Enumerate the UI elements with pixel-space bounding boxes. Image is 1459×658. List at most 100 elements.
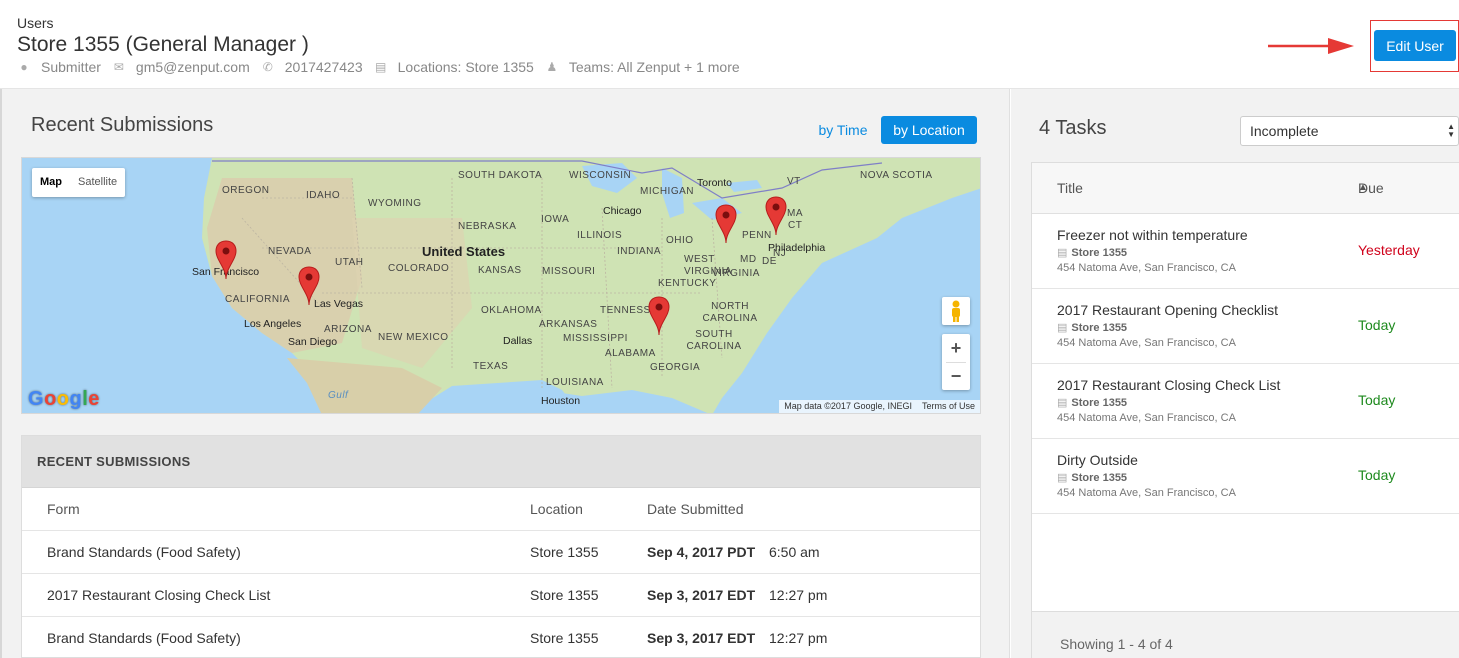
- map-label: NOVA SCOTIA: [860, 170, 933, 181]
- map-label: WEST VIRGINIA: [684, 254, 732, 277]
- submission-form[interactable]: 2017 Restaurant Closing Check List: [47, 574, 270, 617]
- task-status-select[interactable]: Incomplete ▲ ▼: [1240, 116, 1459, 146]
- map-pin-icon[interactable]: [765, 196, 787, 236]
- street-view-pegman-icon[interactable]: [942, 297, 970, 325]
- map-label: NEBRASKA: [458, 221, 517, 232]
- store-icon: ▤: [1057, 247, 1068, 259]
- map-type-satellite[interactable]: Satellite: [70, 168, 125, 197]
- zoom-out-button[interactable]: −: [942, 362, 970, 390]
- map-label: VT: [787, 176, 801, 187]
- store-icon: ▤: [374, 60, 387, 74]
- recent-submissions-heading: Recent Submissions: [31, 114, 214, 136]
- store-icon: ▤: [1057, 322, 1068, 334]
- map-label: TEXAS: [473, 361, 509, 372]
- submission-time: 12:27 pm: [769, 587, 828, 603]
- table-row[interactable]: 2017 Restaurant Closing Check List Store…: [22, 574, 980, 617]
- map-pin-icon[interactable]: [715, 204, 737, 244]
- city-label[interactable]: Toronto: [697, 177, 732, 189]
- task-name[interactable]: 2017 Restaurant Closing Check List: [1057, 377, 1280, 393]
- task-status-value: Incomplete: [1250, 123, 1319, 139]
- map-label: ILLINOIS: [577, 230, 623, 241]
- task-address: 454 Natoma Ave, San Francisco, CA: [1057, 487, 1236, 499]
- submission-location: Store 1355: [530, 630, 599, 646]
- map-label: ARIZONA: [324, 324, 372, 335]
- map-type-control: Map Satellite: [32, 168, 126, 197]
- tasks-footer: Showing 1 - 4 of 4: [1032, 611, 1459, 658]
- city-label[interactable]: Los Angeles: [244, 318, 301, 330]
- map-label: OKLAHOMA: [481, 305, 542, 316]
- task-name[interactable]: 2017 Restaurant Opening Checklist: [1057, 302, 1278, 318]
- breadcrumb[interactable]: Users: [17, 15, 54, 31]
- map-label: KENTUCKY: [658, 278, 717, 289]
- submissions-map[interactable]: OREGON IDAHO WYOMING SOUTH DAKOTA WISCON…: [21, 157, 981, 414]
- by-location-button[interactable]: by Location: [881, 116, 977, 144]
- user-email: gm5@zenput.com: [135, 59, 250, 75]
- task-name[interactable]: Freezer not within temperature: [1057, 227, 1248, 243]
- map-label: NEW MEXICO: [378, 332, 449, 343]
- column-header-form[interactable]: Form: [47, 488, 80, 531]
- submission-date: Sep 3, 2017 EDT: [647, 630, 756, 646]
- city-label[interactable]: Chicago: [603, 205, 642, 217]
- map-label: SOUTH CAROLINA: [686, 329, 742, 352]
- map-label: UTAH: [335, 257, 364, 268]
- submission-form[interactable]: Brand Standards (Food Safety): [47, 531, 241, 574]
- task-address: 454 Natoma Ave, San Francisco, CA: [1057, 262, 1236, 274]
- table-row[interactable]: Brand Standards (Food Safety) Store 1355…: [22, 531, 980, 574]
- submission-form[interactable]: Brand Standards (Food Safety): [47, 617, 241, 658]
- map-label: MICHIGAN: [640, 186, 694, 197]
- table-row[interactable]: Brand Standards (Food Safety) Store 1355…: [22, 617, 980, 658]
- map-label: NEVADA: [268, 246, 312, 257]
- map-type-map[interactable]: Map: [32, 168, 70, 197]
- water-label: Gulf: [328, 390, 349, 401]
- map-label: IDAHO: [306, 190, 341, 201]
- store-icon: ▤: [1057, 472, 1068, 484]
- task-due: Today: [1358, 317, 1396, 333]
- store-icon: ▤: [1057, 397, 1068, 409]
- user-icon: ●: [20, 60, 28, 74]
- map-label: MD: [740, 254, 757, 265]
- map-data-credit[interactable]: Map data ©2017 Google, INEGI: [779, 400, 917, 413]
- terms-of-use-link[interactable]: Terms of Use: [917, 400, 980, 413]
- column-header-date[interactable]: Date Submitted: [647, 488, 744, 531]
- map-pin-icon[interactable]: [648, 296, 670, 336]
- task-store: Store 1355: [1071, 322, 1128, 334]
- user-header: Users Store 1355 (General Manager ) ● Sub…: [0, 0, 1459, 89]
- city-label[interactable]: Houston: [541, 395, 580, 407]
- recent-submissions-panel: RECENT SUBMISSIONS Form Location Date Su…: [21, 435, 981, 658]
- task-store: Store 1355: [1071, 397, 1128, 409]
- column-header-title[interactable]: Title: [1057, 163, 1083, 213]
- map-label: CALIFORNIA: [225, 294, 291, 305]
- task-name[interactable]: Dirty Outside: [1057, 452, 1138, 468]
- map-label: CT: [788, 220, 803, 231]
- map-label: NORTH CAROLINA: [702, 301, 758, 324]
- zoom-in-button[interactable]: +: [942, 334, 970, 362]
- map-pin-icon[interactable]: [215, 240, 237, 280]
- submission-location: Store 1355: [530, 587, 599, 603]
- city-label[interactable]: Philadelphia: [768, 242, 825, 254]
- map-label: SOUTH DAKOTA: [458, 170, 543, 181]
- city-label[interactable]: Dallas: [503, 335, 532, 347]
- map-pin-icon[interactable]: [298, 266, 320, 306]
- map-label: MA: [787, 208, 803, 219]
- by-time-button[interactable]: by Time: [812, 117, 874, 144]
- city-label[interactable]: Las Vegas: [314, 298, 363, 310]
- map-label: COLORADO: [388, 263, 450, 274]
- pagination-summary: Showing 1 - 4 of 4: [1060, 636, 1173, 652]
- city-label[interactable]: San Diego: [288, 336, 337, 348]
- task-address: 454 Natoma Ave, San Francisco, CA: [1057, 337, 1236, 349]
- phone-icon: ✆: [262, 60, 273, 74]
- left-edge: [0, 89, 2, 658]
- task-due: Today: [1358, 467, 1396, 483]
- envelope-icon: ✉: [113, 60, 124, 74]
- task-row[interactable]: 2017 Restaurant Opening Checklist ▤ Store…: [1032, 289, 1459, 364]
- google-logo[interactable]: Google: [28, 388, 100, 411]
- user-teams[interactable]: Teams: All Zenput + 1 more: [569, 59, 740, 75]
- column-header-location[interactable]: Location: [530, 488, 583, 531]
- map-label: LOUISIANA: [546, 377, 604, 388]
- edit-user-button[interactable]: Edit User: [1374, 30, 1456, 61]
- task-row[interactable]: Freezer not within temperature ▤ Store 13…: [1032, 214, 1459, 289]
- user-meta: ● Submitter ✉ gm5@zenput.com ✆ 2017427423 ▤…: [17, 59, 751, 75]
- task-row[interactable]: 2017 Restaurant Closing Check List ▤ Stor…: [1032, 364, 1459, 439]
- country-label: United States: [422, 244, 506, 259]
- task-row[interactable]: Dirty Outside ▤ Store 1355 454 Natoma Ave…: [1032, 439, 1459, 514]
